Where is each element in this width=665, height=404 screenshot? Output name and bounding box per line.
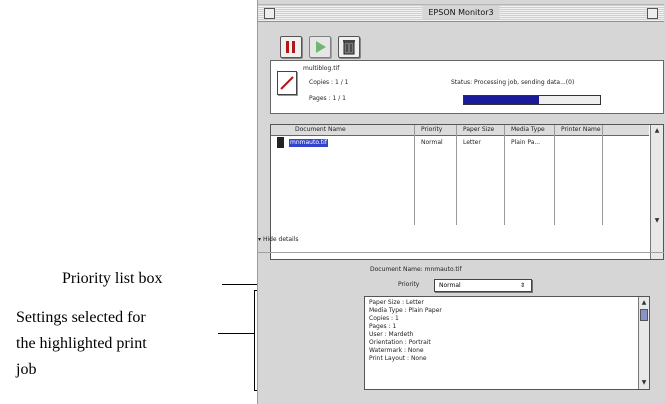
chevron-down-icon: ⇕: [519, 282, 525, 289]
title-bar[interactable]: EPSON Monitor3: [258, 4, 664, 22]
zoom-box[interactable]: [647, 8, 658, 19]
setting-line: Orientation : Portrait: [369, 339, 431, 346]
hide-details-label: Hide details: [262, 236, 299, 243]
progress-fill: [464, 96, 539, 104]
callout-settings-line-1: Settings selected for: [16, 309, 146, 326]
column-header-priority[interactable]: Priority: [421, 126, 442, 134]
column-header-printer-name[interactable]: Printer Name: [561, 126, 601, 134]
setting-line: Watermark : None: [369, 347, 424, 354]
scroll-up-icon[interactable]: ▲: [651, 125, 663, 136]
trash-icon: [343, 40, 355, 55]
callout-settings-pointer: [218, 333, 254, 334]
settings-scrollbar[interactable]: ▲ ▼: [638, 297, 649, 389]
disclosure-triangle-icon: ▾: [258, 236, 262, 243]
window-title: EPSON Monitor3: [422, 6, 500, 19]
job-copies: Copies : 1 / 1: [309, 79, 349, 86]
priority-select[interactable]: Normal ⇕: [434, 279, 532, 292]
job-status: Status: Processing job, sending data...(…: [451, 79, 575, 86]
detail-document-name: Document Name: mnmauto.tif: [370, 266, 462, 273]
job-pages: Pages : 1 / 1: [309, 95, 346, 102]
epson-monitor-window: EPSON Monitor3 multiblog.tif Copies : 1 …: [257, 0, 665, 404]
table-header: Document Name Priority Paper Size Media …: [271, 125, 649, 136]
cell-paper-size: Letter: [463, 139, 481, 146]
scroll-thumb[interactable]: [640, 309, 648, 321]
pause-button[interactable]: [280, 36, 302, 58]
settings-text: Paper Size : Letter Media Type : Plain P…: [369, 299, 442, 363]
table-row[interactable]: mnmauto.tif Normal Letter Plain Pa...: [271, 137, 649, 149]
setting-line: User : Mardeth: [369, 331, 414, 338]
setting-line: Media Type : Plain Paper: [369, 307, 442, 314]
callout-settings-bracket-vertical: [254, 290, 255, 391]
setting-line: Print Layout : None: [369, 355, 427, 362]
scroll-down-icon[interactable]: ▼: [639, 377, 649, 388]
delete-button[interactable]: [338, 36, 360, 58]
close-box[interactable]: [264, 8, 275, 19]
cell-media-type: Plain Pa...: [511, 139, 541, 146]
priority-select-value: Normal: [439, 282, 461, 289]
column-header-document-name[interactable]: Document Name: [295, 126, 346, 134]
play-icon: [316, 41, 326, 53]
hide-details-toggle[interactable]: ▾ Hide details: [258, 236, 299, 243]
callout-priority-label: Priority list box: [62, 270, 163, 287]
cell-document-name[interactable]: mnmauto.tif: [289, 139, 328, 147]
column-header-paper-size[interactable]: Paper Size: [463, 126, 494, 134]
callout-settings-line-3: job: [16, 361, 37, 378]
scroll-up-icon[interactable]: ▲: [639, 297, 649, 308]
setting-line: Paper Size : Letter: [369, 299, 424, 306]
callout-settings-line-2: the highlighted print: [16, 335, 147, 352]
document-icon: [277, 71, 297, 95]
job-name: multiblog.tif: [303, 65, 340, 72]
cell-priority: Normal: [421, 139, 443, 146]
setting-line: Copies : 1: [369, 315, 399, 322]
settings-list-box[interactable]: Paper Size : Letter Media Type : Plain P…: [364, 296, 650, 390]
resume-button[interactable]: [309, 36, 331, 58]
table-scrollbar[interactable]: ▲ ▼: [650, 125, 663, 259]
priority-label: Priority: [398, 281, 420, 288]
divider: [258, 252, 664, 253]
progress-bar: [463, 95, 601, 105]
column-header-media-type[interactable]: Media Type: [511, 126, 545, 134]
print-queue-table: Document Name Priority Paper Size Media …: [270, 124, 664, 260]
callout-settings-label: Settings selected for the highlighted pr…: [16, 305, 147, 383]
setting-line: Pages : 1: [369, 323, 397, 330]
scroll-down-icon[interactable]: ▼: [651, 215, 663, 226]
current-job-panel: multiblog.tif Copies : 1 / 1 Pages : 1 /…: [270, 60, 664, 114]
